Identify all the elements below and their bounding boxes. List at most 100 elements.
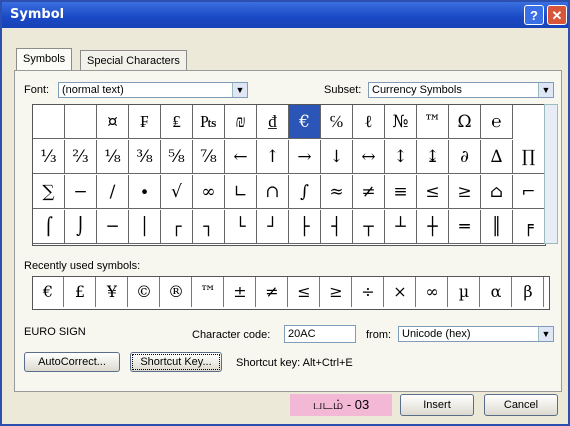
symbol-cell[interactable]: ≠ [353, 175, 385, 209]
symbol-cell[interactable]: ∆ [481, 140, 513, 174]
symbol-cell[interactable]: ↔ [353, 140, 385, 174]
symbol-cell[interactable]: ₤ [161, 105, 193, 139]
shortcut-key-text: Shortcut key: Alt+Ctrl+E [236, 357, 353, 369]
recent-symbol-cell[interactable]: µ [449, 277, 480, 307]
symbol-cell[interactable]: Ω [449, 105, 481, 139]
font-label: Font: [24, 84, 50, 96]
recent-symbol-cell[interactable]: ∞ [417, 277, 448, 307]
recent-symbol-cell[interactable]: ® [161, 277, 192, 307]
symbol-cell[interactable]: ™ [417, 105, 449, 139]
tab-special-characters[interactable]: Special Characters [80, 50, 187, 71]
shortcut-key-button[interactable]: Shortcut Key... [130, 352, 222, 372]
symbol-cell[interactable]: ╒ [513, 210, 545, 244]
symbol-cell[interactable]: € [289, 105, 321, 139]
symbol-cell[interactable]: ∟ [225, 175, 257, 209]
symbol-cell[interactable] [33, 105, 65, 139]
symbol-cell[interactable]: ⅛ [97, 140, 129, 174]
symbol-cell[interactable]: ║ [481, 210, 513, 244]
chevron-down-icon[interactable]: ▼ [232, 83, 247, 97]
symbol-cell[interactable]: ∂ [449, 140, 481, 174]
title-bar[interactable]: Symbol ? ✕ [2, 2, 568, 28]
symbol-cell[interactable]: − [65, 175, 97, 209]
from-dropdown[interactable]: Unicode (hex) ▼ [398, 326, 554, 342]
symbol-cell[interactable]: ⌂ [481, 175, 513, 209]
symbol-cell[interactable]: ₪ [225, 105, 257, 139]
symbol-cell[interactable]: ⅝ [161, 140, 193, 174]
symbol-cell[interactable]: ⅜ [129, 140, 161, 174]
symbol-cell[interactable]: ↕ [385, 140, 417, 174]
symbol-cell[interactable]: ℓ [353, 105, 385, 139]
recent-symbol-cell[interactable]: β [513, 277, 544, 307]
symbol-cell[interactable]: ↨ [417, 140, 449, 174]
symbol-cell[interactable]: ℅ [321, 105, 353, 139]
symbol-cell[interactable]: ∏ [513, 140, 545, 174]
recent-symbol-cell[interactable]: ≠ [257, 277, 288, 307]
font-dropdown[interactable]: (normal text) ▼ [58, 82, 248, 98]
recent-symbol-cell[interactable]: ÷ [353, 277, 384, 307]
symbol-cell[interactable]: ┤ [321, 210, 353, 244]
symbol-cell[interactable]: ℮ [481, 105, 513, 139]
recent-symbols-label: Recently used symbols: [24, 260, 141, 272]
recent-symbol-cell[interactable]: © [129, 277, 160, 307]
symbol-cell[interactable]: ├ [289, 210, 321, 244]
symbol-cell[interactable]: ∫ [289, 175, 321, 209]
symbol-cell[interactable]: ┘ [257, 210, 289, 244]
tab-symbols[interactable]: Symbols [16, 48, 73, 71]
recent-symbol-cell[interactable]: ± [225, 277, 256, 307]
character-code-input[interactable]: 20AC [284, 325, 356, 343]
symbol-cell[interactable]: ⅓ [33, 140, 65, 174]
symbol-cell[interactable]: ∙ [129, 175, 161, 209]
symbol-cell[interactable]: ↓ [321, 140, 353, 174]
symbol-cell[interactable]: ≤ [417, 175, 449, 209]
symbol-grid-scrollbar[interactable] [544, 104, 558, 244]
recent-symbol-cell[interactable]: € [33, 277, 64, 307]
close-button[interactable]: ✕ [547, 5, 567, 25]
symbol-cell[interactable]: ┐ [193, 210, 225, 244]
recent-symbol-cell[interactable]: ≥ [321, 277, 352, 307]
help-button[interactable]: ? [524, 5, 544, 25]
symbol-cell[interactable]: ≥ [449, 175, 481, 209]
symbol-cell[interactable]: ∑ [33, 175, 65, 209]
symbol-cell[interactable]: ↑ [257, 140, 289, 174]
recent-symbol-cell[interactable]: £ [65, 277, 96, 307]
symbol-cell[interactable]: ┴ [385, 210, 417, 244]
symbol-cell[interactable]: ⌠ [33, 210, 65, 244]
symbol-cell[interactable]: ← [225, 140, 257, 174]
insert-button[interactable]: Insert [400, 394, 474, 416]
font-value: (normal text) [62, 84, 124, 96]
subset-dropdown[interactable]: Currency Symbols ▼ [368, 82, 554, 98]
symbol-cell[interactable]: ┌ [161, 210, 193, 244]
symbol-cell[interactable]: → [289, 140, 321, 174]
symbol-cell[interactable]: ₫ [257, 105, 289, 139]
symbol-cell[interactable]: ┬ [353, 210, 385, 244]
symbol-cell[interactable]: ⌐ [513, 175, 545, 209]
recent-symbol-cell[interactable]: ¥ [97, 277, 128, 307]
recent-symbol-cell[interactable]: ™ [193, 277, 224, 307]
symbol-cell[interactable]: ₧ [193, 105, 225, 139]
symbol-cell[interactable]: │ [129, 210, 161, 244]
symbol-cell[interactable]: ₣ [129, 105, 161, 139]
symbol-cell[interactable]: ┼ [417, 210, 449, 244]
cancel-button[interactable]: Cancel [484, 394, 558, 416]
symbol-cell[interactable]: ∕ [97, 175, 129, 209]
symbol-cell[interactable]: ⌡ [65, 210, 97, 244]
symbol-cell[interactable]: ≈ [321, 175, 353, 209]
symbol-cell[interactable]: ⅔ [65, 140, 97, 174]
symbol-cell[interactable] [65, 105, 97, 139]
symbol-cell[interactable]: ═ [449, 210, 481, 244]
symbol-cell[interactable]: № [385, 105, 417, 139]
symbol-cell[interactable]: √ [161, 175, 193, 209]
recent-symbol-cell[interactable]: ≤ [289, 277, 320, 307]
symbol-cell[interactable]: ¤ [97, 105, 129, 139]
symbol-cell[interactable]: ⅞ [193, 140, 225, 174]
autocorrect-button[interactable]: AutoCorrect... [24, 352, 120, 372]
chevron-down-icon[interactable]: ▼ [538, 327, 553, 341]
symbol-cell[interactable]: ─ [97, 210, 129, 244]
symbol-cell[interactable]: ∞ [193, 175, 225, 209]
symbol-cell[interactable]: ∩ [257, 175, 289, 209]
chevron-down-icon[interactable]: ▼ [538, 83, 553, 97]
recent-symbol-cell[interactable]: × [385, 277, 416, 307]
symbol-cell[interactable]: └ [225, 210, 257, 244]
symbol-cell[interactable]: ≡ [385, 175, 417, 209]
recent-symbol-cell[interactable]: α [481, 277, 512, 307]
